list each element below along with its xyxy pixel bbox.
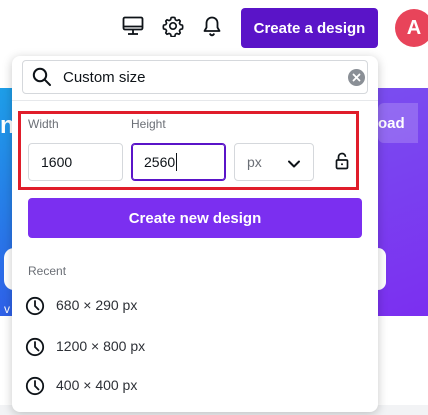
avatar-initial: A [406,16,422,39]
recent-item[interactable]: 400 × 400 px [12,366,378,404]
bell-icon[interactable] [200,14,224,38]
background-upload-button[interactable]: oad [378,103,418,143]
recent-item-label: 1200 × 800 px [56,338,146,354]
clock-icon [25,337,45,362]
desktop-icon[interactable] [121,14,145,38]
recent-item-label: 400 × 400 px [56,377,138,393]
avatar[interactable]: A [395,9,428,47]
create-design-button[interactable]: Create a design [241,8,378,48]
search-box[interactable] [22,60,368,94]
create-design-label: Create a design [253,19,366,37]
width-label: Width [28,117,59,131]
recent-item-label: 680 × 290 px [56,297,138,313]
create-new-design-label: Create new design [128,209,262,227]
height-field[interactable]: 2560 [131,143,226,181]
recent-heading: Recent [28,264,67,278]
search-icon [32,67,52,92]
clear-search-button[interactable] [348,69,365,86]
unit-value: px [247,154,262,170]
height-label: Height [131,117,166,131]
unlocked-lock-icon[interactable] [335,152,349,175]
divider [12,100,378,101]
height-value: 2560 [144,154,176,170]
top-bar: Create a design A [0,0,428,56]
text-caret [176,153,178,171]
background-search-pill-right [378,248,386,290]
unit-select[interactable]: px [234,143,314,181]
create-new-design-button[interactable]: Create new design [28,198,362,238]
background-caption: v [4,302,10,316]
search-input[interactable] [63,66,333,88]
gear-icon[interactable] [161,14,185,38]
close-icon [352,73,361,82]
create-design-popover: Width Height 1600 2560 px Create new des… [12,56,378,412]
upload-label: oad [378,114,405,132]
clock-icon [25,296,45,321]
clock-icon [25,376,45,401]
width-field[interactable]: 1600 [28,143,123,181]
recent-item[interactable]: 1200 × 800 px [12,327,378,365]
width-value: 1600 [41,154,73,170]
chevron-down-icon [287,156,301,172]
recent-item[interactable]: 680 × 290 px [12,286,378,324]
